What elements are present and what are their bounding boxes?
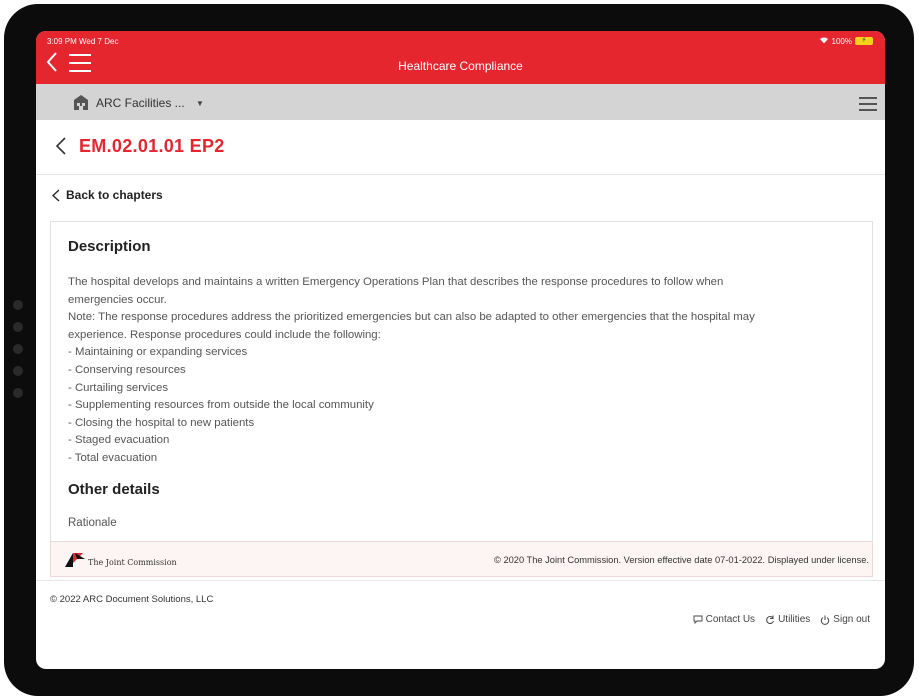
utilities-link[interactable]: Utilities <box>765 614 810 625</box>
power-icon <box>821 615 830 625</box>
other-details-heading: Other details <box>68 481 160 498</box>
chevron-left-icon[interactable] <box>55 136 67 156</box>
facility-selector[interactable]: ARC Facilities ... <box>96 96 185 110</box>
description-line: experience. Response procedures could in… <box>68 328 381 341</box>
status-indicators: 100% ⚡ <box>819 36 873 46</box>
logo-text: The Joint Commission <box>88 557 177 567</box>
description-line: - Maintaining or expanding services <box>68 346 248 359</box>
description-heading: Description <box>68 238 151 255</box>
side-button <box>13 388 23 398</box>
tablet-screen: 3:09 PM Wed 7 Dec 100% ⚡ Healthcare Comp… <box>36 31 885 669</box>
back-to-chapters-link[interactable]: Back to chapters <box>52 188 163 202</box>
license-band: The Joint Commission © 2020 The Joint Co… <box>50 541 873 577</box>
facility-bar: ARC Facilities ... ▼ <box>36 84 885 120</box>
footer-links: Contact Us Utilities Sign out <box>693 614 870 625</box>
building-icon <box>74 95 88 110</box>
copyright-text: © 2022 ARC Document Solutions, LLC <box>50 594 214 605</box>
chat-icon <box>693 615 703 624</box>
utilities-label: Utilities <box>778 614 811 625</box>
license-text: © 2020 The Joint Commission. Version eff… <box>494 555 869 565</box>
side-button <box>13 344 23 354</box>
standard-card: Description The hospital develops and ma… <box>50 221 873 542</box>
back-link-label: Back to chapters <box>66 188 163 202</box>
description-line: emergencies occur. <box>68 293 167 306</box>
side-button <box>13 300 23 310</box>
sign-out-link[interactable]: Sign out <box>820 614 870 625</box>
divider <box>36 580 885 581</box>
contact-us-link[interactable]: Contact Us <box>693 614 755 625</box>
caret-down-icon[interactable]: ▼ <box>196 99 204 108</box>
description-line: - Staged evacuation <box>68 434 170 447</box>
battery-icon: ⚡ <box>855 37 873 45</box>
app-header: 3:09 PM Wed 7 Dec 100% ⚡ Healthcare Comp… <box>36 31 885 84</box>
page-title: EM.02.01.01 EP2 <box>79 136 225 156</box>
sign-out-label: Sign out <box>833 614 870 625</box>
side-button <box>13 366 23 376</box>
description-text: The hospital develops and maintains a wr… <box>68 274 858 468</box>
status-time: 3:09 PM Wed 7 Dec <box>47 37 119 46</box>
battery-percent: 100% <box>831 36 852 46</box>
joint-commission-icon <box>65 553 85 567</box>
wifi-icon <box>819 36 829 46</box>
description-line: - Closing the hospital to new patients <box>68 416 255 429</box>
app-title: Healthcare Compliance <box>398 59 523 73</box>
description-line: - Supplementing resources from outside t… <box>68 399 374 412</box>
description-line: Note: The response procedures address th… <box>68 311 755 324</box>
description-line: - Conserving resources <box>68 363 186 376</box>
joint-commission-logo: The Joint Commission <box>65 551 177 567</box>
chevron-left-icon <box>52 189 60 201</box>
side-button <box>13 322 23 332</box>
description-line: - Curtailing services <box>68 381 169 394</box>
rationale-label: Rationale <box>68 517 117 529</box>
hamburger-icon[interactable] <box>859 97 877 111</box>
contact-us-label: Contact Us <box>705 614 756 625</box>
description-line: - Total evacuation <box>68 451 158 464</box>
refresh-icon <box>766 615 775 624</box>
description-line: The hospital develops and maintains a wr… <box>68 276 724 288</box>
divider <box>36 174 885 175</box>
